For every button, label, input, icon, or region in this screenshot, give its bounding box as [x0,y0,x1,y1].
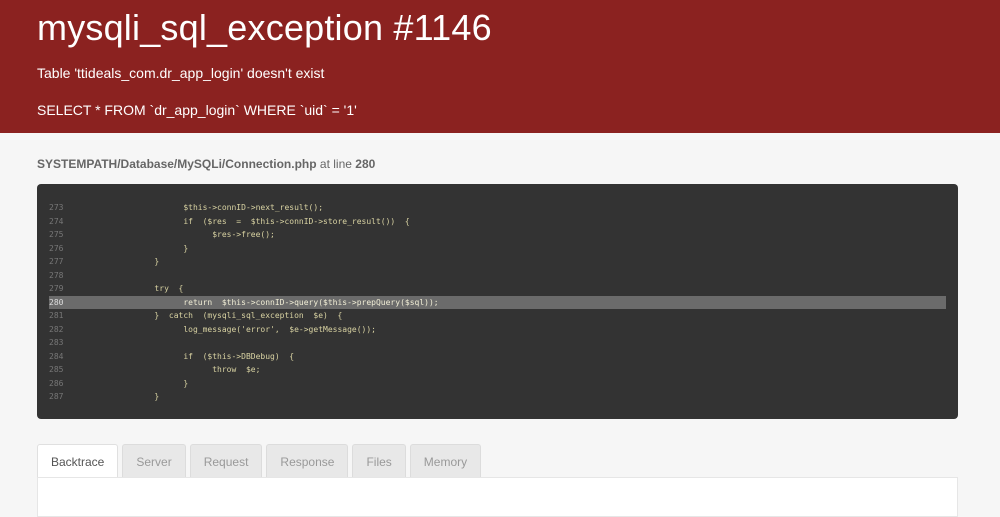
sql-query: SELECT * FROM `dr_app_login` WHERE `uid`… [37,102,357,118]
code-line-text: if ($res = $this->connID->store_result()… [87,216,410,226]
code-line-number: 273 [49,203,64,212]
tab-server[interactable]: Server [122,444,186,478]
code-line-text: } [87,243,189,253]
error-header: mysqli_sql_exception #1146 Table 'ttidea… [0,0,1000,133]
code-line: 273 $this->connID->next_result(); [49,201,946,215]
exception-message: Table 'ttideals_com.dr_app_login' doesn'… [37,65,325,81]
code-line: 274 if ($res = $this->connID->store_resu… [49,215,946,229]
tab-backtrace[interactable]: Backtrace [37,444,119,478]
source-line-number: 280 [355,157,376,171]
code-line-text: $this->connID->next_result(); [87,203,324,212]
source-code-block: 273 $this->connID->next_result(); 274 if … [37,184,958,419]
code-line: 282 log_message('error', $e->getMessage(… [49,323,946,337]
exception-title: mysqli_sql_exception #1146 [37,7,492,48]
code-line: 275 $res->free(); [49,228,946,242]
code-line-number: 286 [49,378,64,388]
code-line-number: 287 [49,392,64,401]
code-line-number: 275 [49,230,64,239]
code-line-text: if ($this->DBDebug) { [87,351,295,361]
code-line-text: } catch (mysqli_sql_exception $e) { [87,311,343,320]
code-line-number: 282 [49,324,64,334]
source-location: SYSTEMPATH/Database/MySQLi/Connection.ph… [37,157,963,171]
code-line-text: throw $e; [87,365,261,374]
code-line-number: 284 [49,351,64,361]
code-line: 281 } catch (mysqli_sql_exception $e) { [49,309,946,323]
code-line: 286 } [49,377,946,391]
code-line: 287 } [49,390,946,404]
code-line: 280 return $this->connID->query($this->p… [49,295,946,309]
code-line: 279 try { [49,282,946,296]
code-line: 285 throw $e; [49,363,946,377]
tab-request[interactable]: Request [189,444,263,478]
code-line-number: 279 [49,284,64,293]
code-line: 278 [49,269,946,283]
code-line-number: 277 [49,257,64,266]
tab-panel [37,477,958,517]
code-line-number: 285 [49,365,64,374]
code-line-number: 276 [49,243,64,253]
code-line-text: } [87,392,160,401]
code-line-text: try { [87,284,184,293]
at-line-text: at line [316,157,356,171]
tab-memory[interactable]: Memory [409,444,482,478]
code-line-number: 283 [49,338,64,347]
code-line: 276 } [49,242,946,256]
code-line: 283 [49,336,946,350]
code-line-number: 274 [49,216,64,226]
code-line: 284 if ($this->DBDebug) { [49,350,946,364]
code-line: 277 } [49,255,946,269]
code-line-text: log_message('error', $e->getMessage()); [87,324,376,334]
tab-response[interactable]: Response [266,444,349,478]
debug-tabs: Backtrace Server Request Response Files Memor… [37,444,485,478]
code-line-number: 278 [49,270,64,280]
code-line-number: 281 [49,311,64,320]
code-line-number: 280 [49,297,64,307]
source-file-path: SYSTEMPATH/Database/MySQLi/Connection.ph… [37,157,317,171]
code-line-text: } [87,378,189,388]
code-line-text: $res->free(); [87,230,275,239]
code-line-text: return $this->connID->query($this->prepQ… [87,297,439,307]
code-line-text: } [87,257,160,266]
tab-files[interactable]: Files [352,444,406,478]
